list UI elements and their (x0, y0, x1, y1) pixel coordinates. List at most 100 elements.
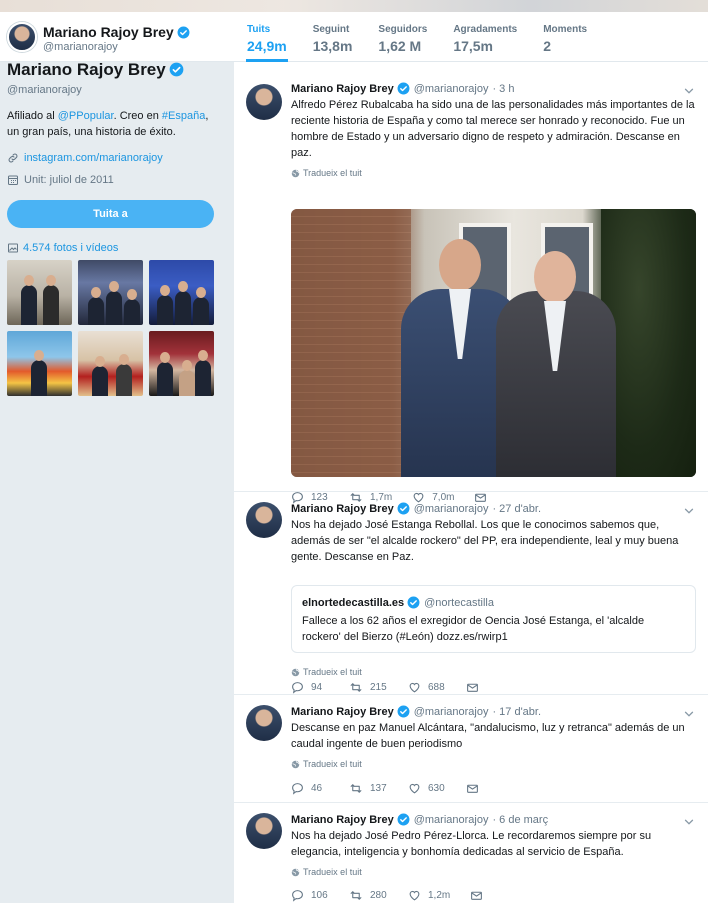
tweet-to-button[interactable]: Tuita a (7, 200, 214, 228)
reply-icon (292, 783, 303, 795)
like-button[interactable]: 1,2m (408, 889, 450, 902)
header-handle: @marianorajoy (43, 41, 118, 53)
tweet-text: Nos ha dejado José Estanga Rebollal. Los… (291, 519, 679, 563)
envelope-icon (467, 784, 478, 793)
like-button[interactable]: 630 (408, 782, 446, 795)
tweet-handle[interactable]: @marianorajoy (414, 503, 489, 515)
nav-tab-moments[interactable]: Moments 2 (530, 0, 600, 62)
profile-joined-row: Unit: juliol de 2011 (7, 174, 217, 186)
tweet-timeline: Mariano Rajoy Brey @marianorajoy · 3 h A… (234, 62, 708, 903)
reply-button[interactable]: 106 (291, 889, 329, 902)
profile-bio: Afiliado al @PPopular. Creo en #España, … (7, 110, 209, 138)
profile-website-link[interactable]: instagram.com/marianorajoy (24, 152, 163, 164)
envelope-icon (471, 891, 483, 900)
tweet-handle[interactable]: @marianorajoy (414, 83, 489, 95)
tweet-item[interactable]: Mariano Rajoy Brey @marianorajoy · 27 d'… (234, 492, 708, 695)
tweet-photo[interactable] (291, 209, 696, 477)
heart-icon (409, 682, 420, 693)
direct-message-button[interactable] (470, 889, 490, 902)
tweet-author[interactable]: Mariano Rajoy Brey (291, 706, 394, 718)
verified-badge-icon (397, 813, 410, 826)
quoted-text: Fallece a los 62 años el exregidor de Oe… (302, 615, 645, 643)
translate-tweet-link[interactable]: Tradueix el tuit (291, 867, 696, 877)
verified-badge-icon (397, 82, 410, 95)
quoted-author: elnortedecastilla.es (302, 596, 405, 609)
header-name[interactable]: Mariano Rajoy Brey (43, 24, 190, 40)
translate-tweet-link[interactable]: Tradueix el tuit (291, 667, 362, 677)
nav-tab-following[interactable]: Seguint 13,8m (300, 0, 366, 62)
reply-button[interactable]: 94 (291, 681, 329, 694)
tweet-timestamp[interactable]: · 17 d'abr. (492, 706, 541, 718)
profile-sidebar: Mariano Rajoy Brey @marianorajoy Afiliad… (7, 60, 217, 396)
header-avatar[interactable] (7, 22, 37, 52)
reply-icon (292, 890, 303, 902)
verified-badge-icon (397, 502, 410, 515)
calendar-icon (8, 175, 18, 185)
profile-joined-date: Unit: juliol de 2011 (24, 174, 114, 186)
heart-icon (409, 890, 420, 901)
retweet-button[interactable]: 215 (349, 681, 388, 694)
retweet-icon (350, 891, 362, 900)
tweet-item[interactable]: Mariano Rajoy Brey @marianorajoy · 6 de … (234, 803, 708, 903)
chevron-down-icon[interactable] (682, 504, 696, 518)
photo-grid (7, 260, 217, 396)
photo-thumbnail[interactable] (7, 331, 72, 396)
reply-icon (292, 682, 303, 694)
tweet-avatar[interactable] (246, 813, 282, 849)
photos-videos-link[interactable]: 4.574 fotos i vídeos (23, 242, 118, 254)
globe-icon (291, 760, 300, 768)
nav-tab-followers[interactable]: Seguidors 1,62 M (365, 0, 440, 62)
chevron-down-icon[interactable] (682, 84, 696, 98)
tweet-item[interactable]: Mariano Rajoy Brey @marianorajoy · 17 d'… (234, 695, 708, 803)
bio-hashtag-espana[interactable]: #España (162, 110, 205, 122)
tweet-actions: 106 280 1,2m (291, 889, 510, 902)
globe-icon (291, 868, 300, 876)
photo-thumbnail[interactable] (7, 260, 72, 325)
bio-link-ppopular[interactable]: @PPopular (58, 110, 114, 122)
link-icon (8, 153, 18, 163)
tweet-actions: 46 137 630 (291, 782, 506, 795)
image-icon (8, 243, 18, 253)
nav-tab-likes[interactable]: Agradaments 17,5m (440, 0, 530, 62)
tweet-header: Mariano Rajoy Brey @marianorajoy · 17 d'… (291, 705, 696, 718)
reply-button[interactable]: 46 (291, 782, 329, 795)
translate-tweet-link[interactable]: Tradueix el tuit (291, 759, 696, 769)
photo-thumbnail[interactable] (149, 260, 214, 325)
globe-icon (291, 668, 300, 676)
tweet-avatar[interactable] (246, 84, 282, 120)
tweet-item[interactable]: Mariano Rajoy Brey @marianorajoy · 3 h A… (234, 62, 708, 504)
translate-tweet-link[interactable]: Tradueix el tuit (291, 168, 696, 178)
quoted-tweet-card[interactable]: elnortedecastilla.es @nortecastilla Fall… (291, 585, 696, 653)
chevron-down-icon[interactable] (682, 815, 696, 829)
like-button[interactable]: 688 (408, 681, 446, 694)
tweet-avatar[interactable] (246, 502, 282, 538)
tweet-handle[interactable]: @marianorajoy (414, 814, 489, 826)
photo-thumbnail[interactable] (149, 331, 214, 396)
photos-videos-header: 4.574 fotos i vídeos (7, 242, 217, 254)
tweet-handle[interactable]: @marianorajoy (414, 706, 489, 718)
tweet-avatar[interactable] (246, 705, 282, 741)
heart-icon (409, 783, 420, 794)
chevron-down-icon[interactable] (682, 707, 696, 721)
tweet-author[interactable]: Mariano Rajoy Brey (291, 83, 394, 95)
retweet-button[interactable]: 137 (349, 782, 388, 795)
direct-message-button[interactable] (466, 782, 486, 795)
direct-message-button[interactable] (466, 681, 486, 694)
retweet-button[interactable]: 280 (349, 889, 388, 902)
verified-badge-icon (169, 62, 184, 77)
tweet-timestamp[interactable]: · 6 de març (492, 814, 548, 826)
tweet-actions: 94 215 688 (291, 681, 506, 694)
tweet-timestamp[interactable]: · 3 h (492, 83, 514, 95)
tweet-author[interactable]: Mariano Rajoy Brey (291, 503, 394, 515)
tweet-author[interactable]: Mariano Rajoy Brey (291, 814, 394, 826)
nav-tab-tweets[interactable]: Tuits 24,9m (234, 0, 300, 62)
photo-thumbnail[interactable] (78, 260, 143, 325)
tweet-header: Mariano Rajoy Brey @marianorajoy · 27 d'… (291, 502, 696, 515)
photo-thumbnail[interactable] (78, 331, 143, 396)
quoted-handle: @nortecastilla (424, 596, 494, 609)
profile-website-row: instagram.com/marianorajoy (7, 152, 217, 164)
tweet-timestamp[interactable]: · 27 d'abr. (492, 503, 541, 515)
envelope-icon (467, 683, 478, 692)
profile-name[interactable]: Mariano Rajoy Brey (7, 60, 217, 80)
globe-icon (291, 169, 300, 177)
